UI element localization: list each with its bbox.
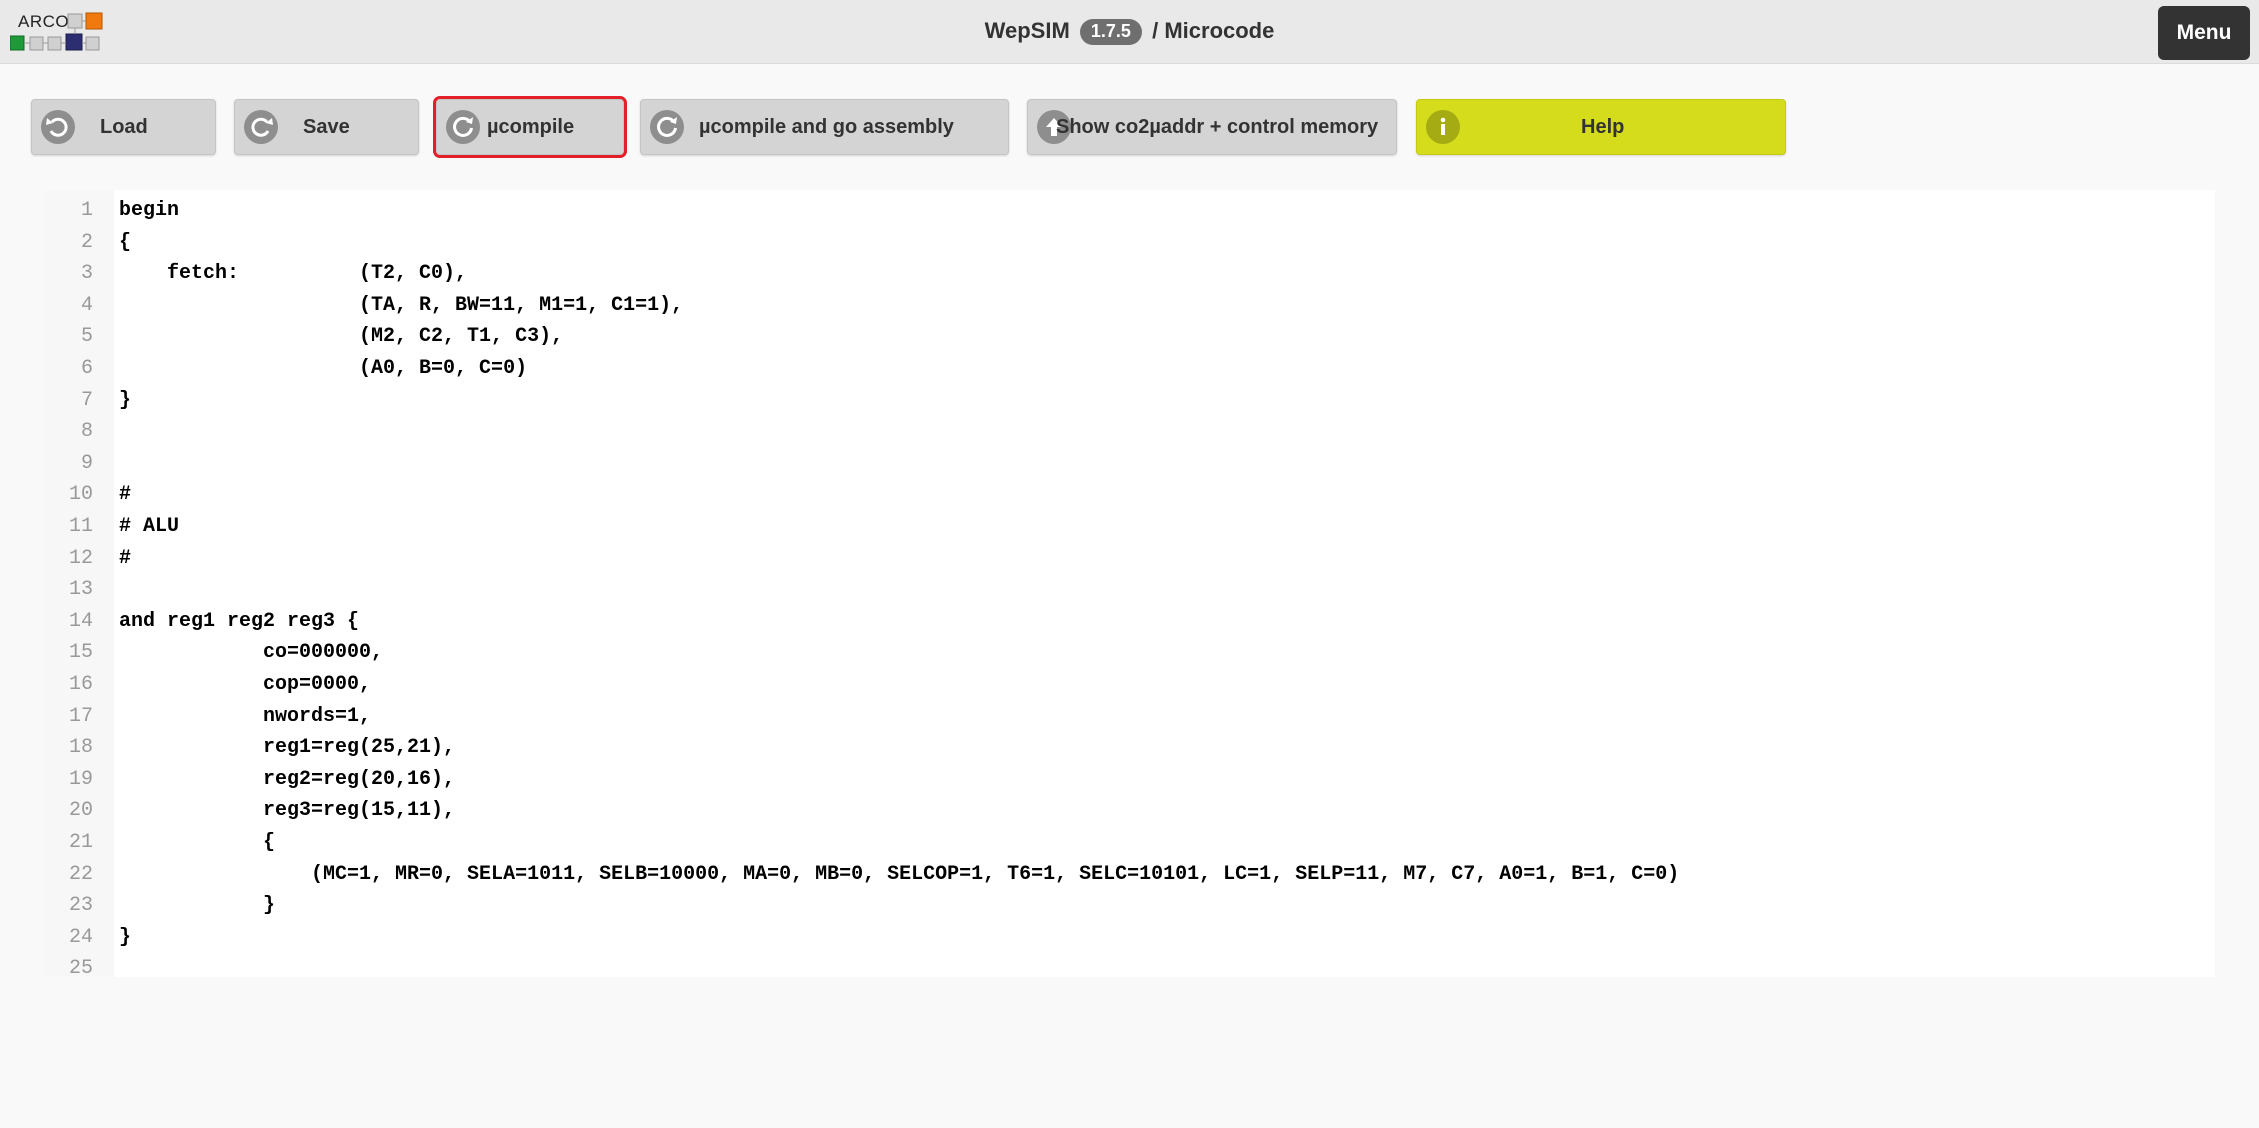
line-number: 25 [68, 957, 93, 981]
code-text: (M2, C2, T1, C3), [119, 325, 564, 349]
code-text: fetch: (T2, C0), [119, 262, 468, 286]
line-number: 15 [68, 641, 93, 665]
code-text: # [119, 483, 132, 507]
code-text: begin [119, 199, 180, 222]
code-text: co=000000, [119, 641, 384, 665]
code-text: (MC=1, MR=0, SELA=1011, SELB=10000, MA=0… [119, 862, 1680, 886]
show-control-memory-label: Show co2µaddr + control memory [1056, 116, 1379, 138]
line-number: 10 [68, 483, 93, 507]
code-line[interactable]: 16 cop=0000, [44, 669, 2215, 701]
code-line[interactable]: 23 } [44, 890, 2215, 922]
code-line[interactable]: 17 nwords=1, [44, 701, 2215, 733]
line-number: 21 [68, 831, 93, 854]
line-number: 3 [80, 262, 93, 286]
code-line[interactable]: 6 (A0, B=0, C=0) [44, 353, 2215, 385]
line-number: 16 [68, 673, 93, 696]
page-title: WepSIM 1.7.5 / Microcode [0, 18, 2259, 45]
line-number: 20 [68, 799, 93, 823]
code-line[interactable]: 13 [44, 574, 2215, 606]
code-line[interactable]: 3 fetch: (T2, C0), [44, 258, 2215, 290]
line-number: 2 [80, 230, 93, 254]
line-number: 5 [80, 325, 93, 349]
show-control-memory-button[interactable]: Show co2µaddr + control memory [1027, 99, 1397, 155]
code-line[interactable]: 4 (TA, R, BW=11, M1=1, C1=1), [44, 290, 2215, 322]
line-number: 12 [68, 546, 93, 570]
code-text: and reg1 reg2 reg3 { [119, 609, 360, 633]
code-line[interactable]: 24} [44, 922, 2215, 954]
top-bar: ARCOS WepSIM 1.7.5 / Microcode Menu [0, 0, 2259, 64]
code-text: (TA, R, BW=11, M1=1, C1=1), [119, 293, 684, 317]
section-name: Microcode [1164, 18, 1275, 43]
line-number: 9 [80, 451, 93, 475]
redo-icon [244, 110, 278, 144]
code-text: } [119, 388, 132, 412]
title-separator: / [1152, 18, 1159, 43]
load-button[interactable]: Load [31, 99, 216, 155]
code-line[interactable]: 18 reg1=reg(25,21), [44, 732, 2215, 764]
code-text: reg2=reg(20,16), [119, 767, 456, 791]
save-label: Save [303, 116, 350, 138]
code-text: # [119, 546, 132, 570]
ucompile-go-assembly-label: µcompile and go assembly [699, 116, 954, 138]
app-name: WepSIM [984, 18, 1070, 43]
info-icon [1426, 110, 1460, 144]
line-number: 19 [68, 767, 93, 791]
load-label: Load [100, 116, 148, 138]
code-line[interactable]: 11 # ALU [44, 511, 2215, 543]
help-button[interactable]: Help [1416, 99, 1786, 155]
code-text: # ALU [119, 515, 180, 538]
code-line[interactable]: 22 (MC=1, MR=0, SELA=1011, SELB=10000, M… [44, 859, 2215, 891]
ucompile-go-assembly-button[interactable]: µcompile and go assembly [640, 99, 1009, 155]
code-text: cop=0000, [119, 673, 372, 696]
code-line[interactable]: 2{ [44, 227, 2215, 259]
code-line[interactable]: 10 # [44, 479, 2215, 511]
code-text: { [119, 831, 276, 854]
code-line[interactable]: 9 [44, 448, 2215, 480]
code-line[interactable]: 5 (M2, C2, T1, C3), [44, 321, 2215, 353]
line-number: 13 [68, 578, 93, 602]
line-number: 18 [68, 736, 93, 760]
code-text: } [119, 894, 276, 918]
line-number: 1 [80, 199, 93, 222]
undo-icon [41, 110, 75, 144]
code-text: { [119, 230, 132, 254]
line-number: 6 [80, 357, 93, 380]
save-button[interactable]: Save [234, 99, 419, 155]
code-line[interactable]: 7} [44, 385, 2215, 417]
refresh-icon [650, 110, 684, 144]
code-line[interactable]: 15 co=000000, [44, 637, 2215, 669]
code-text: reg1=reg(25,21), [119, 736, 456, 760]
line-number: 22 [68, 862, 93, 886]
code-line[interactable]: 14 and reg1 reg2 reg3 { [44, 606, 2215, 638]
version-badge: 1.7.5 [1079, 19, 1142, 45]
code-line[interactable]: 19 reg2=reg(20,16), [44, 764, 2215, 796]
code-text: } [119, 925, 132, 949]
line-number: 11 [68, 515, 93, 538]
code-text: (A0, B=0, C=0) [119, 357, 528, 380]
line-number: 7 [80, 388, 93, 412]
code-line[interactable]: 8 [44, 416, 2215, 448]
code-line[interactable]: 12 # [44, 543, 2215, 575]
line-number: 14 [68, 609, 93, 633]
line-number: 17 [68, 704, 93, 728]
microcode-editor[interactable]: 1 begin 2{3 fetch: (T2, C0), 4 (TA, R, BW=1… [44, 190, 2215, 980]
code-line[interactable]: 20 reg3=reg(15,11), [44, 795, 2215, 827]
ucompile-label: µcompile [487, 116, 575, 138]
line-number: 23 [68, 894, 93, 918]
code-line[interactable]: 25 [44, 953, 2215, 985]
help-label: Help [1581, 116, 1625, 138]
ucompile-button[interactable]: µcompile [433, 96, 627, 158]
code-line[interactable]: 21 { [44, 827, 2215, 859]
code-text: nwords=1, [119, 704, 372, 728]
menu-button[interactable]: Menu [2158, 6, 2250, 60]
code-line[interactable]: 1 begin [44, 195, 2215, 227]
code-text: reg3=reg(15,11), [119, 799, 456, 823]
refresh-icon [446, 110, 480, 144]
line-number: 8 [80, 420, 93, 444]
line-number: 4 [80, 293, 93, 317]
line-number: 24 [68, 925, 93, 949]
